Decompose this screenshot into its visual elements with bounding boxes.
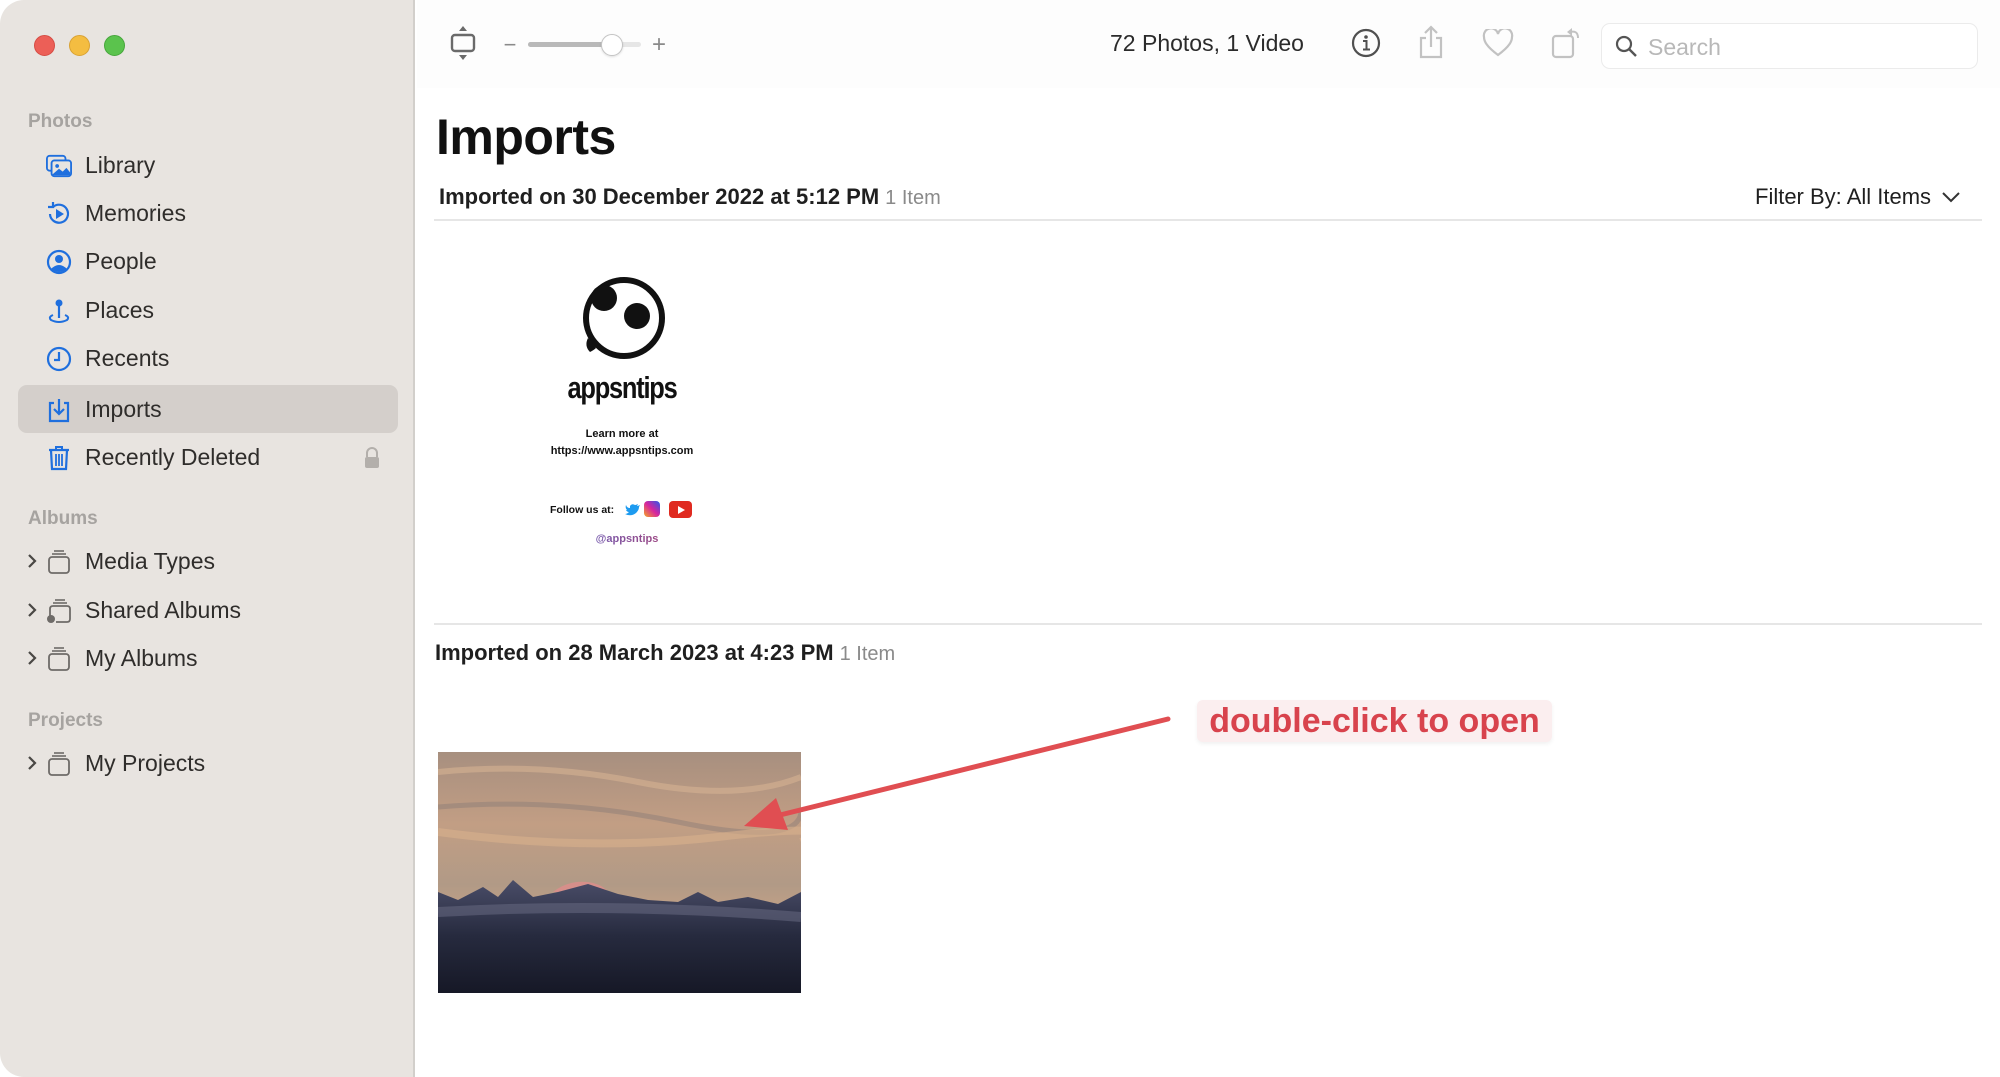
import-group-heading: Imported on 30 December 2022 at 5:12 PM 1…	[439, 184, 941, 210]
sidebar-item-label: My Albums	[85, 644, 198, 671]
minimize-window-button[interactable]	[69, 35, 90, 56]
share-button[interactable]	[1416, 24, 1446, 64]
people-icon	[46, 249, 72, 275]
import-item-count: 1 Item	[885, 187, 941, 209]
album-stack-icon	[46, 751, 72, 777]
import-date: Imported on 28 March 2023 at 4:23 PM	[435, 640, 834, 665]
zoom-in-button[interactable]: +	[650, 31, 668, 59]
import-date: Imported on 30 December 2022 at 5:12 PM	[439, 184, 880, 209]
places-icon	[46, 298, 72, 324]
heart-icon	[1482, 26, 1514, 62]
sidebar-item-label: Places	[85, 296, 155, 323]
sidebar-item-label: Media Types	[85, 547, 215, 574]
sidebar-item-label: Library	[85, 151, 156, 178]
library-count: 72 Photos, 1 Video	[1110, 30, 1304, 56]
aspect-toggle-icon	[448, 25, 478, 66]
library-icon	[46, 153, 72, 179]
share-icon	[1417, 24, 1445, 64]
photo-thumbnail-appsntips[interactable]: appsntips Learn more at https://www.apps…	[522, 250, 722, 570]
sidebar-item-my-projects[interactable]: My Projects	[18, 739, 398, 787]
sidebar-item-people[interactable]: People	[18, 237, 398, 285]
chevron-right-icon[interactable]	[26, 753, 38, 778]
sidebar-item-media-types[interactable]: Media Types	[18, 537, 398, 585]
zoom-slider-fill	[528, 42, 612, 47]
info-button[interactable]	[1350, 28, 1382, 63]
sidebar-section-albums: Albums	[28, 508, 98, 529]
sidebar-item-library[interactable]: Library	[18, 141, 398, 189]
favorite-button[interactable]	[1482, 26, 1514, 62]
filter-value: All Items	[1846, 184, 1932, 209]
chevron-right-icon[interactable]	[26, 600, 38, 625]
imports-icon	[46, 397, 72, 423]
brand-name: appsntips	[567, 370, 678, 405]
fit-toggle-button[interactable]	[447, 25, 479, 66]
rotate-button[interactable]	[1550, 26, 1582, 62]
social-handle: @appsntips	[522, 533, 732, 545]
info-icon	[1351, 28, 1381, 63]
zoom-out-button[interactable]: −	[502, 32, 518, 57]
sidebar-section-projects: Projects	[28, 710, 103, 731]
youtube-icon	[669, 501, 692, 518]
sidebar-item-label: Memories	[85, 199, 186, 226]
twitter-icon	[625, 503, 641, 522]
lock-icon	[364, 447, 380, 474]
sidebar-item-memories[interactable]: Memories	[18, 189, 398, 237]
shared-album-icon	[46, 598, 72, 624]
follow-text: Follow us at:	[550, 504, 615, 516]
search-icon	[1614, 34, 1638, 63]
zoom-slider-knob[interactable]	[600, 34, 623, 56]
sidebar-item-label: Recents	[85, 344, 170, 371]
sidebar-item-my-albums[interactable]: My Albums	[18, 634, 398, 682]
sidebar-item-label: Shared Albums	[85, 596, 241, 623]
sidebar-item-places[interactable]: Places	[18, 286, 398, 334]
import-item-count: 1 Item	[839, 643, 896, 665]
instagram-icon	[644, 501, 660, 517]
trash-icon	[46, 445, 72, 471]
search-field[interactable]	[1601, 23, 1978, 69]
rotate-icon	[1550, 24, 1582, 65]
sidebar-item-shared-albums[interactable]: Shared Albums	[18, 586, 398, 634]
chevron-right-icon[interactable]	[26, 648, 38, 673]
sunset-mountain-image	[438, 752, 801, 993]
sidebar-item-label: Recently Deleted	[85, 443, 261, 470]
sidebar-item-label: My Projects	[85, 749, 206, 776]
photo-thumbnail-sunset[interactable]	[438, 752, 801, 993]
website-url: https://www.appsntips.com	[550, 445, 694, 457]
sidebar-item-recently-deleted[interactable]: Recently Deleted	[18, 433, 398, 481]
sidebar-item-label: People	[85, 247, 157, 274]
chevron-right-icon[interactable]	[26, 551, 38, 576]
sidebar-section-photos: Photos	[28, 111, 93, 132]
recents-icon	[46, 346, 72, 372]
divider	[434, 623, 1982, 625]
close-window-button[interactable]	[34, 35, 55, 56]
zoom-slider[interactable]	[528, 34, 641, 56]
memories-icon	[46, 201, 72, 227]
import-group-heading: Imported on 28 March 2023 at 4:23 PM 1 It…	[435, 640, 895, 666]
sidebar-item-label: Imports	[85, 395, 162, 422]
annotation-label: double-click to open	[1197, 700, 1552, 742]
maximize-window-button[interactable]	[104, 35, 125, 56]
filter-dropdown[interactable]: Filter By: All Items	[1755, 184, 1961, 210]
learn-more-text: Learn more at	[585, 428, 659, 440]
search-input[interactable]	[1648, 32, 1948, 62]
sidebar-item-imports[interactable]: Imports	[18, 385, 398, 433]
divider	[434, 219, 1982, 221]
page-title: Imports	[436, 109, 616, 165]
chevron-down-icon	[1941, 184, 1961, 210]
album-stack-icon	[46, 646, 72, 672]
sidebar: Photos Library Memories People Places Re…	[0, 0, 415, 1077]
appsntips-logo-icon	[583, 277, 665, 359]
album-stack-icon	[46, 549, 72, 575]
filter-label: Filter By:	[1755, 184, 1842, 209]
sidebar-item-recents[interactable]: Recents	[18, 334, 398, 382]
